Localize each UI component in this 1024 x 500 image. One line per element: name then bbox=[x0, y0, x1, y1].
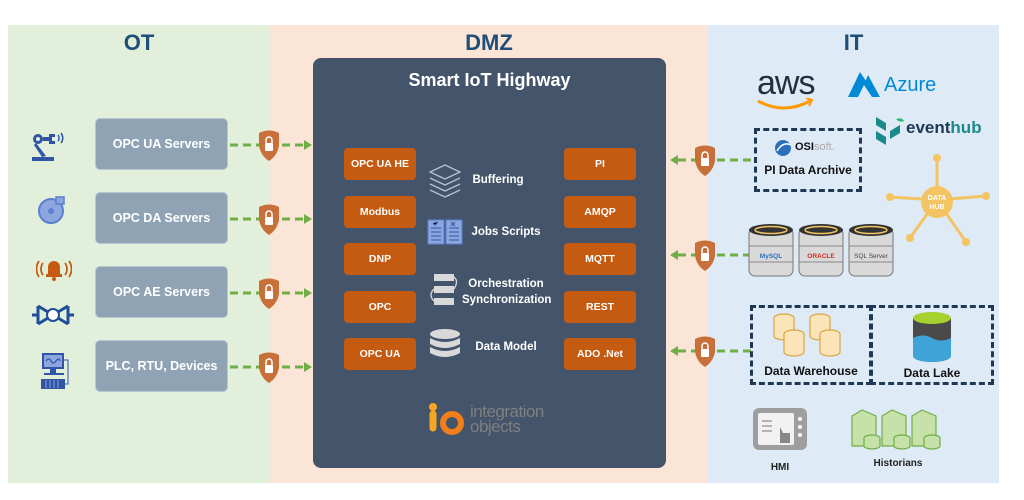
layers-icon bbox=[428, 164, 462, 198]
eventhub-logo: eventhub bbox=[906, 118, 982, 138]
valve-icon bbox=[32, 304, 74, 326]
database-servers bbox=[748, 224, 894, 277]
feature-orchestration: Orchestration Synchronization bbox=[462, 278, 552, 306]
computer-terminal-icon bbox=[41, 353, 69, 389]
feature-buffering: Buffering bbox=[472, 174, 524, 186]
dmz-title: DMZ bbox=[465, 30, 513, 55]
integration-objects-logo-mark bbox=[429, 403, 464, 435]
secure-connector bbox=[230, 278, 312, 309]
protocol-rest: REST bbox=[564, 291, 636, 323]
protocol-modbus: Modbus bbox=[344, 196, 416, 228]
osisoft-logo: OSIsoft. bbox=[795, 141, 835, 153]
alarm-bell-icon bbox=[36, 260, 72, 281]
secure-connector bbox=[230, 204, 312, 235]
opc-da-servers: OPC DA Servers bbox=[95, 192, 228, 244]
osi-brand: OSI bbox=[795, 141, 814, 153]
protocol-amqp: AMQP bbox=[564, 196, 636, 228]
it-title: IT bbox=[843, 30, 864, 55]
hub-title: Smart IoT Highway bbox=[408, 70, 571, 90]
robot-arm-icon bbox=[32, 132, 64, 161]
soft-brand: soft. bbox=[813, 141, 835, 153]
oracle-db-icon bbox=[798, 224, 844, 277]
secure-connector bbox=[230, 130, 312, 161]
eventhub-icon bbox=[876, 117, 904, 145]
integration-objects-logo: integration objects bbox=[470, 403, 544, 436]
opc-ae-servers: OPC AE Servers bbox=[95, 266, 228, 318]
hmi-label: HMI bbox=[770, 462, 790, 473]
mysql-db-icon bbox=[748, 224, 794, 277]
oracle-label: ORACLE bbox=[807, 253, 835, 260]
historians-label: Historians bbox=[873, 458, 923, 469]
eventhub-b: hub bbox=[950, 118, 982, 137]
azure-icon bbox=[848, 72, 880, 97]
protocol-opc-ua-he: OPC UA HE bbox=[344, 148, 416, 180]
database-icon bbox=[430, 329, 460, 357]
secure-connector bbox=[670, 336, 754, 367]
hmi-icon bbox=[753, 408, 807, 450]
pi-data-archive bbox=[754, 128, 862, 192]
azure-logo: Azure bbox=[884, 74, 937, 96]
protocol-pi: PI bbox=[564, 148, 636, 180]
protocol-opc: OPC bbox=[344, 291, 416, 323]
data-lake-icon bbox=[913, 312, 951, 362]
pi-data-archive-label: PI Data Archive bbox=[764, 163, 852, 177]
protocol-mqtt: MQTT bbox=[564, 243, 636, 275]
protocol-opc-ua: OPC UA bbox=[344, 338, 416, 370]
plc-rtu-devices: PLC, RTU, Devices bbox=[95, 340, 228, 392]
aws-smile-icon bbox=[757, 98, 814, 110]
osisoft-icon bbox=[775, 140, 792, 156]
ot-zone bbox=[8, 25, 270, 483]
aws-logo: aws bbox=[757, 64, 815, 102]
data-hub-label: DATA HUB bbox=[921, 194, 953, 212]
feature-data-model: Data Model bbox=[475, 341, 537, 353]
secure-connector bbox=[230, 352, 312, 383]
data-lake-label: Data Lake bbox=[903, 366, 961, 380]
secure-connector bbox=[670, 240, 754, 271]
data-warehouse-icon bbox=[773, 313, 841, 357]
feature-jobs-scripts: Jobs Scripts bbox=[471, 226, 541, 238]
historians-icon bbox=[851, 409, 941, 450]
pump-icon bbox=[38, 196, 65, 224]
data-hub-line2: HUB bbox=[929, 204, 945, 211]
book-icon bbox=[427, 219, 463, 245]
protocol-ado-net: ADO .Net bbox=[564, 338, 636, 370]
data-hub-line1: DATA bbox=[927, 195, 947, 202]
mysql-label: MySQL bbox=[759, 253, 783, 260]
eventhub-a: event bbox=[906, 118, 951, 137]
flow-icon bbox=[430, 274, 458, 305]
secure-connector bbox=[670, 145, 754, 176]
sqlserver-label: SQL Server bbox=[854, 253, 888, 260]
sqlserver-db-icon bbox=[848, 224, 894, 277]
ot-title: OT bbox=[123, 30, 155, 55]
protocol-dnp: DNP bbox=[344, 243, 416, 275]
data-warehouse-label: Data Warehouse bbox=[764, 364, 858, 378]
opc-ua-servers: OPC UA Servers bbox=[95, 118, 228, 170]
logo-line2: objects bbox=[470, 417, 521, 436]
